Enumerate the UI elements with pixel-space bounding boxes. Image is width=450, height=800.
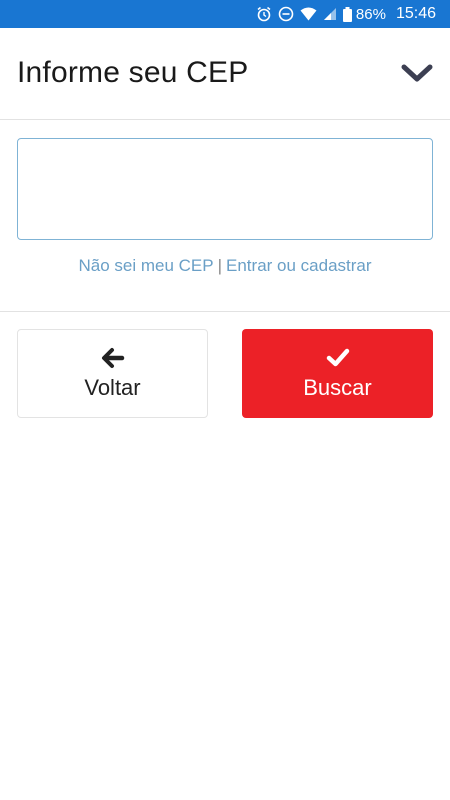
back-button-label: Voltar — [84, 374, 141, 400]
do-not-disturb-icon — [278, 6, 294, 22]
cell-signal-icon — [323, 7, 337, 21]
alarm-icon — [256, 6, 272, 22]
divider — [0, 311, 450, 312]
chevron-down-icon[interactable] — [400, 62, 434, 86]
search-button[interactable]: Buscar — [242, 329, 433, 418]
wifi-icon — [300, 7, 317, 21]
help-links: Não sei meu CEP | Entrar ou cadastrar — [0, 256, 450, 276]
back-button[interactable]: Voltar — [17, 329, 208, 418]
link-separator: | — [217, 256, 223, 275]
clock: 15:46 — [395, 5, 436, 22]
arrow-left-icon — [101, 347, 125, 369]
unknown-cep-link[interactable]: Não sei meu CEP — [78, 256, 213, 275]
page-title: Informe seu CEP — [17, 56, 249, 89]
battery-percent: 86% — [355, 5, 386, 23]
page-header: Informe seu CEP — [0, 28, 450, 120]
battery-icon — [342, 6, 352, 22]
cep-input[interactable] — [17, 138, 433, 240]
search-button-label: Buscar — [303, 374, 372, 400]
login-signup-link[interactable]: Entrar ou cadastrar — [226, 256, 372, 275]
status-bar: 86% 15:46 — [0, 0, 450, 28]
checkmark-icon — [326, 347, 350, 369]
